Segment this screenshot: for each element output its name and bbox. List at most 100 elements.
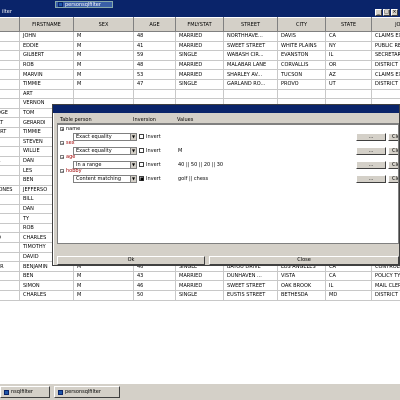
minimize-icon[interactable]: _ — [375, 9, 382, 16]
table-cell: WHITE PLAINS — [277, 40, 326, 52]
column-header[interactable]: SEX — [73, 17, 134, 32]
invert-checkbox[interactable] — [139, 134, 144, 139]
expand-toggle-icon[interactable]: − — [60, 155, 64, 160]
table-cell — [0, 242, 20, 253]
table-cell: M — [73, 69, 134, 80]
table-cell: M — [73, 280, 134, 292]
chevron-down-icon[interactable]: ▼ — [130, 176, 136, 182]
desktop-screen: personsqlfilter ilter _ □ × FIRSTNAME SEX… — [0, 0, 400, 400]
table-cell — [0, 251, 20, 263]
table-cell: 53 — [133, 69, 176, 80]
expand-toggle-icon[interactable]: − — [60, 169, 64, 174]
table-cell: 47 — [133, 78, 176, 90]
maximize-icon[interactable]: □ — [383, 9, 390, 16]
table-cell: SIMON — [19, 280, 74, 292]
table-row[interactable]: ART — [0, 88, 400, 100]
table-cell: MARRIED — [175, 270, 224, 282]
table-cell — [0, 174, 20, 186]
close-icon[interactable]: × — [391, 9, 398, 16]
invert-checkbox[interactable]: ■ — [139, 176, 144, 181]
invert-checkbox[interactable] — [139, 162, 144, 167]
table-row[interactable]: TIMMIE M 47 SINGLE GARLAND RO... PROVO UT DISTR… — [0, 78, 400, 90]
table-cell — [175, 88, 224, 100]
table-cell: SWEET STREET — [223, 280, 278, 292]
table-cell: EVANSTON — [277, 50, 326, 61]
browse-button[interactable]: ... — [356, 175, 386, 183]
window-tab[interactable]: personsqlfilter — [55, 1, 113, 8]
taskbar-item-label: nsqlfilter — [11, 389, 33, 395]
table-cell — [0, 59, 20, 71]
expand-toggle-icon[interactable]: + — [60, 127, 64, 132]
table-cell: IL — [325, 50, 372, 61]
column-header[interactable]: STATE — [325, 17, 372, 32]
table-cell: MALABAR LANE — [223, 59, 278, 71]
table-header-row: FIRSTNAMESEXAGEFMLYSTATSTREETCITYSTATEJO… — [0, 17, 400, 32]
taskbar-item[interactable]: nsqlfilter — [0, 386, 50, 398]
criteria-list: +nameExact equality▼Invert...Cle−sexExac… — [57, 124, 399, 244]
table-cell — [0, 136, 20, 148]
table-cell: NORTHHAVE... — [223, 31, 278, 42]
table-cell: 48 — [133, 31, 176, 42]
taskbar-item[interactable]: personsqlfilter — [54, 386, 120, 398]
column-header[interactable] — [0, 17, 20, 32]
column-header[interactable]: CITY — [277, 17, 326, 32]
column-header[interactable]: JOB — [371, 17, 400, 32]
table-cell: 41 — [133, 40, 176, 52]
table-cell — [0, 88, 20, 100]
table-cell: M — [73, 31, 134, 42]
table-cell — [0, 69, 20, 80]
table-cell: SECRETARY — [371, 50, 400, 61]
clear-button[interactable]: Cle — [388, 175, 398, 183]
table-cell: O — [0, 232, 20, 244]
table-cell: Y — [0, 280, 20, 292]
column-header[interactable]: AGE — [133, 17, 176, 32]
table-cell — [277, 88, 326, 100]
table-cell — [223, 88, 278, 100]
table-cell — [0, 270, 20, 282]
table-row[interactable]: CHARLES M 50 SINGLE EUSTIS STREET BETHESDA MD D… — [0, 290, 400, 301]
table-cell: JOHN — [19, 31, 74, 42]
table-cell: UT — [325, 78, 372, 90]
invert-label: Invert — [146, 176, 161, 182]
table-cell: DISTRICT MA... — [371, 78, 400, 90]
match-mode-select[interactable]: Content matching ▼ — [73, 175, 137, 183]
table-row[interactable]: JOHN M 48 MARRIED NORTHHAVE... DAVIS CA CLAIMS … — [0, 31, 400, 42]
table-row[interactable]: EDDIE M 41 MARRIED SWEET STREET WHITE PLAINS N… — [0, 40, 400, 52]
table-cell: CA — [325, 31, 372, 42]
table-cell: SINGLE — [175, 290, 224, 301]
table-cell — [73, 88, 134, 100]
table-cell: IL — [325, 280, 372, 292]
table-cell: CHARLES — [19, 290, 74, 301]
match-mode-value: Content matching — [76, 176, 122, 182]
table-cell: JONES — [0, 184, 20, 196]
column-header[interactable]: FMLYSTAT — [175, 17, 224, 32]
filter-dialog: Table person Inversion Values + name Exact… — [52, 104, 400, 266]
table-cell: ROB — [19, 59, 74, 71]
table-row[interactable]: ROB M 48 MARRIED MALABAR LANE CORVALLIS OR DIST… — [0, 59, 400, 71]
close-button[interactable]: Close — [209, 256, 399, 265]
table-cell: POLICY TYPIST — [371, 270, 400, 282]
column-header[interactable]: STREET — [223, 17, 278, 32]
table-cell: BETHESDA — [277, 290, 326, 301]
expand-toggle-icon[interactable]: − — [60, 141, 64, 146]
app-icon — [58, 389, 63, 395]
table-cell — [133, 88, 176, 100]
table-cell: ER — [0, 261, 20, 272]
app-icon — [58, 2, 63, 7]
table-row[interactable]: GILBERT M 59 SINGLE WABASH CIR... EVANSTON IL S… — [0, 50, 400, 61]
criterion-name: name — [66, 126, 81, 132]
table-cell: SHARLEY AV... — [223, 69, 278, 80]
criterion-value[interactable]: golf || chess — [178, 176, 208, 182]
table-cell: EDDIE — [19, 40, 74, 52]
table-cell — [0, 146, 20, 157]
table-cell: 50 — [133, 290, 176, 301]
invert-checkbox[interactable] — [139, 148, 144, 153]
column-header[interactable]: FIRSTNAME — [19, 17, 74, 32]
table-cell: NY — [325, 40, 372, 52]
table-row[interactable]: YSIMONM46MARRIEDSWEET STREETOAK BROOKILM… — [0, 280, 400, 292]
dialog-titlebar[interactable] — [53, 105, 399, 113]
table-row[interactable]: BEN M 43 MARRIED DUNHAVEN ... VISTA CA POLICY T… — [0, 270, 400, 282]
ok-button[interactable]: Ok — [57, 256, 205, 265]
table-row[interactable]: MARVIN M 53 MARRIED SHARLEY AV... TUCSON AZ CLA… — [0, 69, 400, 80]
window-titlebar[interactable]: ilter _ □ × — [0, 8, 400, 17]
